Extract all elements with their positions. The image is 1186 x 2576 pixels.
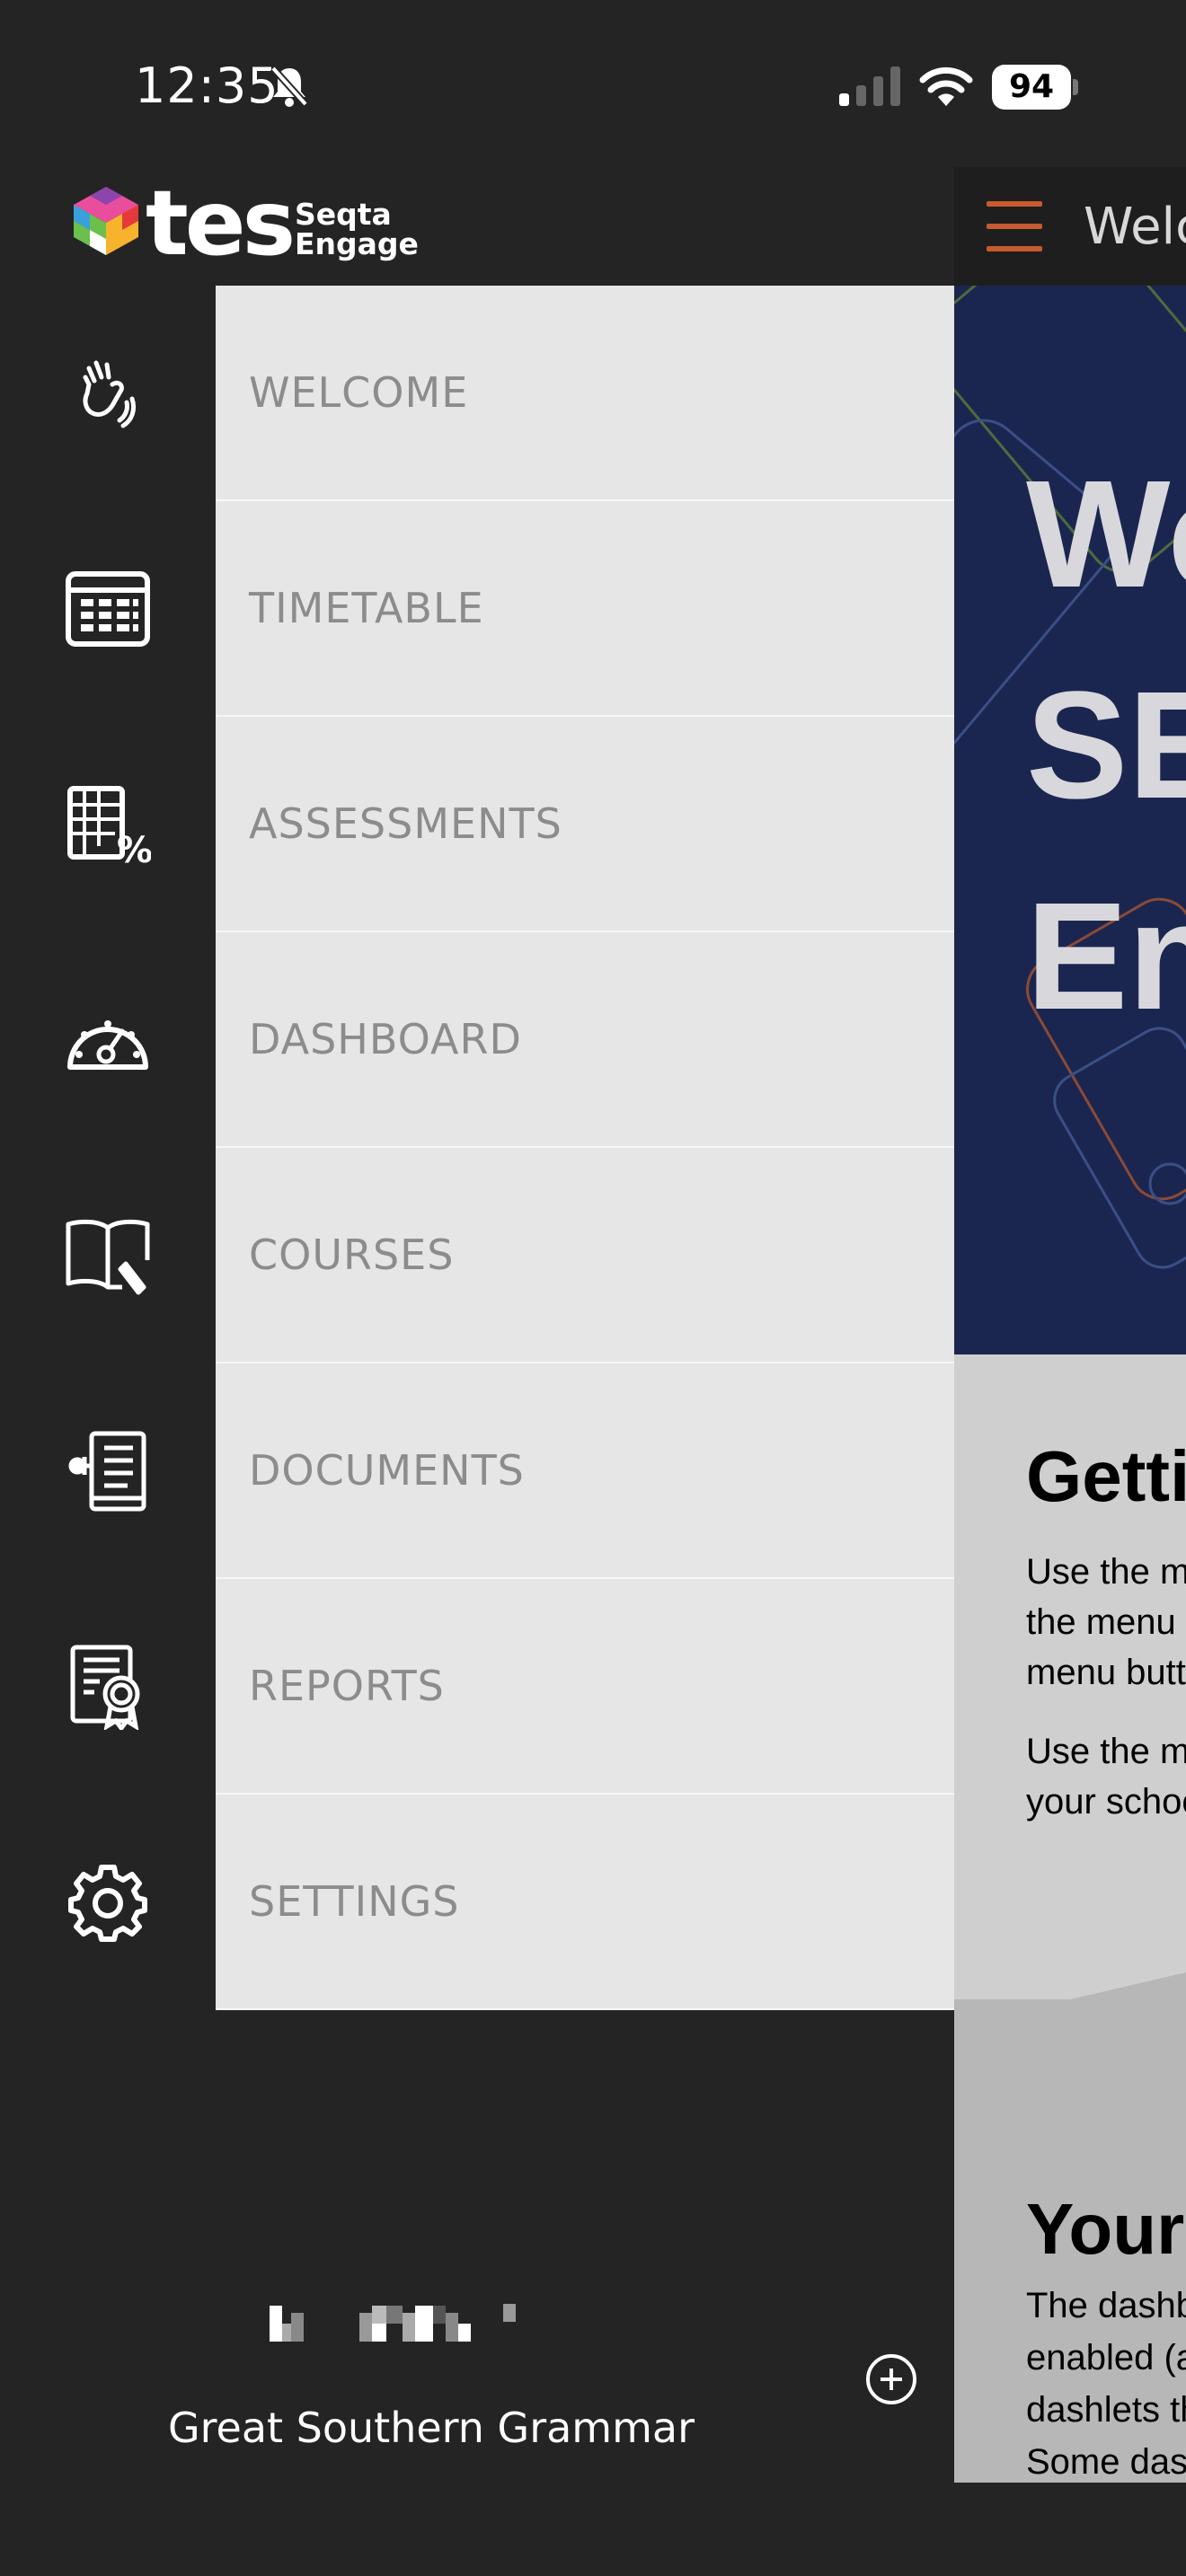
brand-product-line2: Engage (295, 226, 419, 261)
documents-icon (68, 1431, 146, 1512)
brand-tes-text: tes (146, 171, 296, 276)
brand-product-name: Seqta Engage (295, 199, 419, 259)
menu-item-label: TIMETABLE (249, 584, 484, 632)
status-bar: 12:35 94 (0, 0, 1186, 171)
text-line: The dashb (1026, 2286, 1186, 2325)
bell-muted-icon (270, 66, 308, 107)
sidebar-icon-documents[interactable] (0, 1363, 216, 1579)
menu-item-label: DASHBOARD (249, 1015, 522, 1063)
hero-line: En (1026, 871, 1186, 1042)
menu-item-assessments[interactable]: ASSESSMENTS (216, 717, 954, 932)
sidebar-icon-dashboard[interactable] (0, 932, 216, 1148)
courses-book-icon (66, 1219, 150, 1295)
main-content-peek[interactable]: Welc We SE En Getti Use the m the menu m… (954, 167, 1186, 2483)
user-name-redacted (270, 2304, 516, 2342)
add-account-button[interactable] (865, 2353, 917, 2405)
menu-item-reports[interactable]: REPORTS (216, 1579, 954, 1795)
section-paragraph: The dashb enabled (a dashlets th Some da… (1026, 2280, 1186, 2483)
school-name: Great Southern Grammar (167, 2404, 695, 2452)
sidebar-icon-reports[interactable] (0, 1579, 216, 1795)
tes-cube-logo-icon (74, 187, 138, 255)
menu-item-label: REPORTS (249, 1662, 445, 1710)
text-line: menu butt (1026, 1653, 1186, 1692)
settings-gear-icon (68, 1865, 147, 1942)
hero-line: SE (1026, 660, 1186, 831)
hero-banner: We SE En (954, 286, 1186, 1354)
text-line: Some das (1026, 2442, 1186, 2482)
text-line: Use the m (1026, 1732, 1186, 1771)
menu-item-timetable[interactable]: TIMETABLE (216, 501, 954, 717)
menu-item-dashboard[interactable]: DASHBOARD (216, 932, 954, 1148)
sidebar-icon-welcome[interactable] (0, 286, 216, 501)
hamburger-menu-button[interactable] (987, 201, 1042, 251)
timetable-icon (66, 571, 150, 647)
menu-item-label: DOCUMENTS (249, 1446, 525, 1495)
battery-nub (1073, 79, 1078, 95)
text-line: Use the m (1026, 1552, 1186, 1592)
text-line: the menu (1026, 1602, 1176, 1642)
menu-item-documents[interactable]: DOCUMENTS (216, 1363, 954, 1579)
menu-item-label: WELCOME (249, 368, 469, 417)
menu-item-settings[interactable]: SETTINGS (216, 1795, 954, 2010)
battery-level: 94 (992, 65, 1071, 110)
svg-text:%: % (117, 830, 151, 866)
wifi-icon (919, 66, 973, 106)
signal-icon (839, 66, 900, 106)
reports-certificate-icon (70, 1645, 140, 1730)
page-title: Welc (1084, 198, 1186, 256)
sidebar-icon-assessments[interactable]: % (0, 717, 216, 932)
section-heading: Your (1026, 2189, 1185, 2269)
sidebar-icon-timetable[interactable] (0, 501, 216, 717)
status-time: 12:35 (135, 57, 279, 114)
text-line: your schoo (1026, 1782, 1186, 1822)
section-paragraph: Use the m your schoo (1026, 1726, 1186, 1827)
menu-item-label: COURSES (249, 1231, 455, 1279)
brand-product-line1: Seqta (295, 197, 392, 232)
menu-item-courses[interactable]: COURSES (216, 1148, 954, 1363)
sidebar-icon-courses[interactable] (0, 1148, 216, 1363)
section-heading: Getti (1026, 1436, 1186, 1516)
hero-title: We SE En (1026, 429, 1186, 1063)
sidebar-icon-settings[interactable] (0, 1795, 216, 2010)
main-topbar: Welc (954, 167, 1186, 286)
menu-item-welcome[interactable]: WELCOME (216, 286, 954, 501)
text-line: dashlets th (1026, 2390, 1186, 2430)
hero-line: We (1026, 449, 1186, 620)
assessments-icon: % (67, 786, 151, 866)
section-paragraph: Use the m the menu menu butt (1026, 1547, 1186, 1698)
menu-item-label: ASSESSMENTS (249, 799, 562, 848)
getting-started-section: Getti Use the m the menu menu butt Use t… (954, 1354, 1186, 2001)
hand-wave-icon (83, 360, 137, 428)
navigation-menu-panel: WELCOME TIMETABLE ASSESSMENTS DASHBOARD … (216, 286, 954, 2010)
text-line: enabled (a (1026, 2338, 1186, 2378)
menu-item-label: SETTINGS (249, 1877, 460, 1926)
dashboard-gauge-icon (67, 1020, 148, 1070)
